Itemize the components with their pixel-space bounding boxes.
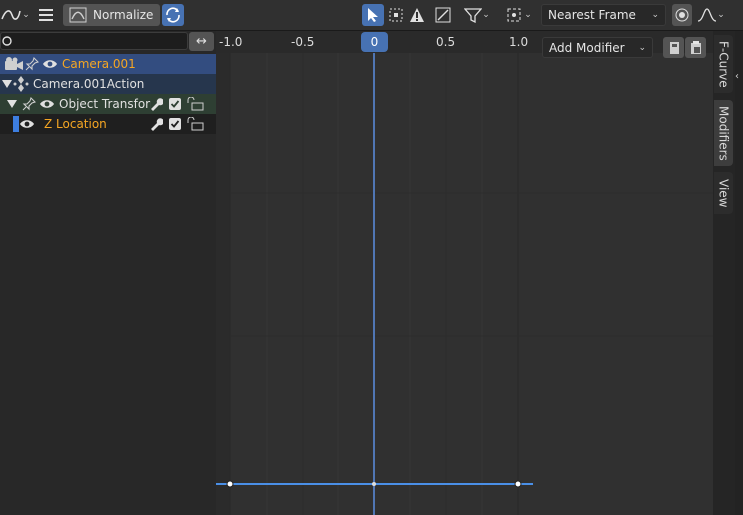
proportional-icon [675,8,689,22]
unlock-icon[interactable] [186,97,204,111]
pivot-button[interactable] [432,4,454,26]
expand-triangle-icon[interactable] [7,100,17,109]
menu-button[interactable] [36,4,56,26]
add-modifier-label: Add Modifier [549,40,625,55]
snap-mode-dropdown[interactable]: Nearest Frame ⌄ [541,4,666,26]
chevron-down-icon: ⌄ [524,10,532,20]
channel-label: Camera.001Action [33,77,145,91]
ruler-tick-label: -0.5 [291,35,315,49]
ruler-tick-label: 1.0 [509,35,529,49]
channel-search-input[interactable] [0,32,188,50]
paste-modifiers-button[interactable] [685,37,706,58]
tab-view[interactable]: View [714,172,733,214]
auto-normalize-button[interactable] [162,4,184,26]
box-select-button[interactable] [385,4,407,26]
curve-box-icon [435,7,451,23]
sidebar-tabs: F-Curve Modifiers View [713,31,735,515]
checkbox-icon[interactable] [169,118,181,130]
filter-dropdown[interactable]: ⌄ [460,4,494,26]
pin-icon[interactable] [22,97,36,111]
snap-mode-value: Nearest Frame [548,8,636,22]
normalize-toggle[interactable]: Normalize [63,4,160,26]
chevron-down-icon: ⌄ [482,10,490,20]
copy-modifiers-button[interactable] [663,37,684,58]
channel-row-group[interactable]: Object Transform [0,94,216,114]
channel-row-object[interactable]: Camera.001 [0,54,216,74]
wrench-icon[interactable] [149,97,163,111]
eye-icon[interactable] [42,58,58,70]
search-icon [2,36,12,46]
show-cursor-toggle[interactable] [362,4,384,26]
warning-icon [410,8,424,22]
graph-editor-header: ⌄ Normalize ⌄ ⌄ Nearest Frame ⌄ ⌄ [0,0,743,31]
channel-label: Object Transform [59,97,151,111]
keyframe-point[interactable] [514,480,522,488]
graph-editor-icon [1,10,22,20]
unlock-icon[interactable] [186,117,204,131]
chevron-down-icon: ⌄ [717,10,725,20]
only-selected-warning-toggle[interactable] [406,4,428,26]
normalize-icon [69,7,87,23]
tab-label: F-Curve [716,40,731,88]
eye-icon[interactable] [19,118,35,130]
cursor-icon [368,8,378,22]
chevron-down-icon: ⌄ [22,10,30,20]
tab-f-curve[interactable]: F-Curve [714,35,733,93]
eye-icon[interactable] [39,98,55,110]
editor-type-selector[interactable]: ⌄ [0,4,30,26]
tab-label: View [716,178,731,208]
camera-icon [5,57,23,70]
chevron-down-icon: ⌄ [651,10,659,20]
checkbox-icon[interactable] [169,98,181,110]
channel-label: Camera.001 [62,57,136,71]
add-modifier-dropdown[interactable]: Add Modifier ⌄ [542,37,653,58]
pivot-icon [507,8,521,22]
filter-icon [464,8,483,23]
copy-icon [669,41,679,54]
expand-triangle-icon[interactable] [2,80,12,89]
keyframe-point[interactable] [226,480,234,488]
keyframe-point[interactable] [372,482,376,486]
paste-icon [690,40,701,54]
refresh-icon [166,7,180,23]
swap-filter-button[interactable]: ↔ [189,32,214,51]
chevron-left-icon[interactable]: ‹ [735,71,739,82]
hamburger-icon [39,9,53,21]
region-toggle-strip[interactable]: ‹ [735,31,743,515]
channel-row-fcurve[interactable]: Z Location [0,114,216,134]
sidebar-panel: Add Modifier ⌄ [541,31,713,515]
tab-label: Modifiers [716,105,731,161]
pin-icon[interactable] [25,57,39,71]
channel-row-action[interactable]: Camera.001Action [0,74,216,94]
pivot-point-dropdown[interactable]: ⌄ [502,4,536,26]
box-select-icon [389,8,403,22]
normalize-label: Normalize [93,8,154,22]
falloff-dropdown[interactable]: ⌄ [694,4,728,26]
falloff-curve-icon [698,8,717,22]
channel-search-row: ↔ [0,31,216,53]
channel-label: Z Location [44,117,107,131]
current-frame-indicator[interactable]: 0 [361,32,388,52]
ruler-tick-label: -1.0 [219,35,243,49]
proportional-edit-toggle[interactable] [672,4,692,26]
wrench-icon[interactable] [149,117,163,131]
ruler-tick-label: 0.5 [436,35,456,49]
chevron-down-icon: ⌄ [638,42,646,53]
action-icon [13,76,29,92]
tab-modifiers[interactable]: Modifiers [714,100,733,166]
double-arrow-icon: ↔ [196,34,207,49]
